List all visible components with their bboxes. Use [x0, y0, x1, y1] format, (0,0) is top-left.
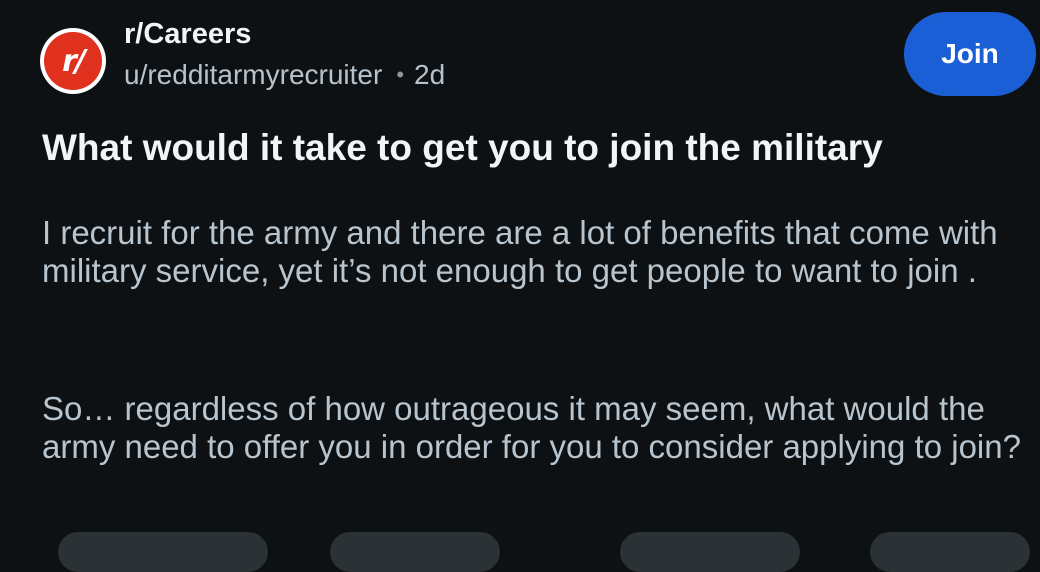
- vote-pill[interactable]: [58, 532, 268, 572]
- post-byline: u/redditarmyrecruiter • 2d: [124, 58, 445, 92]
- subreddit-avatar[interactable]: r/: [40, 28, 106, 94]
- comments-pill[interactable]: [330, 532, 500, 572]
- post-meta: r/Careers u/redditarmyrecruiter • 2d: [124, 16, 445, 92]
- avatar-text: r/: [62, 43, 86, 79]
- award-pill[interactable]: [620, 532, 800, 572]
- post-title[interactable]: What would it take to get you to join th…: [42, 124, 1002, 172]
- post-container: r/ r/Careers u/redditarmyrecruiter • 2d …: [0, 0, 1040, 572]
- author-username[interactable]: u/redditarmyrecruiter: [124, 58, 382, 92]
- subreddit-avatar-logo: r/: [44, 32, 102, 90]
- post-body-paragraph-2: So… regardless of how outrageous it may …: [42, 390, 1021, 465]
- post-body-paragraph-1: I recruit for the army and there are a l…: [42, 214, 998, 289]
- separator-dot: •: [396, 62, 405, 87]
- subreddit-name[interactable]: r/Careers: [124, 16, 445, 52]
- join-button[interactable]: Join: [904, 12, 1036, 96]
- share-pill[interactable]: [870, 532, 1030, 572]
- post-age: 2d: [414, 59, 446, 90]
